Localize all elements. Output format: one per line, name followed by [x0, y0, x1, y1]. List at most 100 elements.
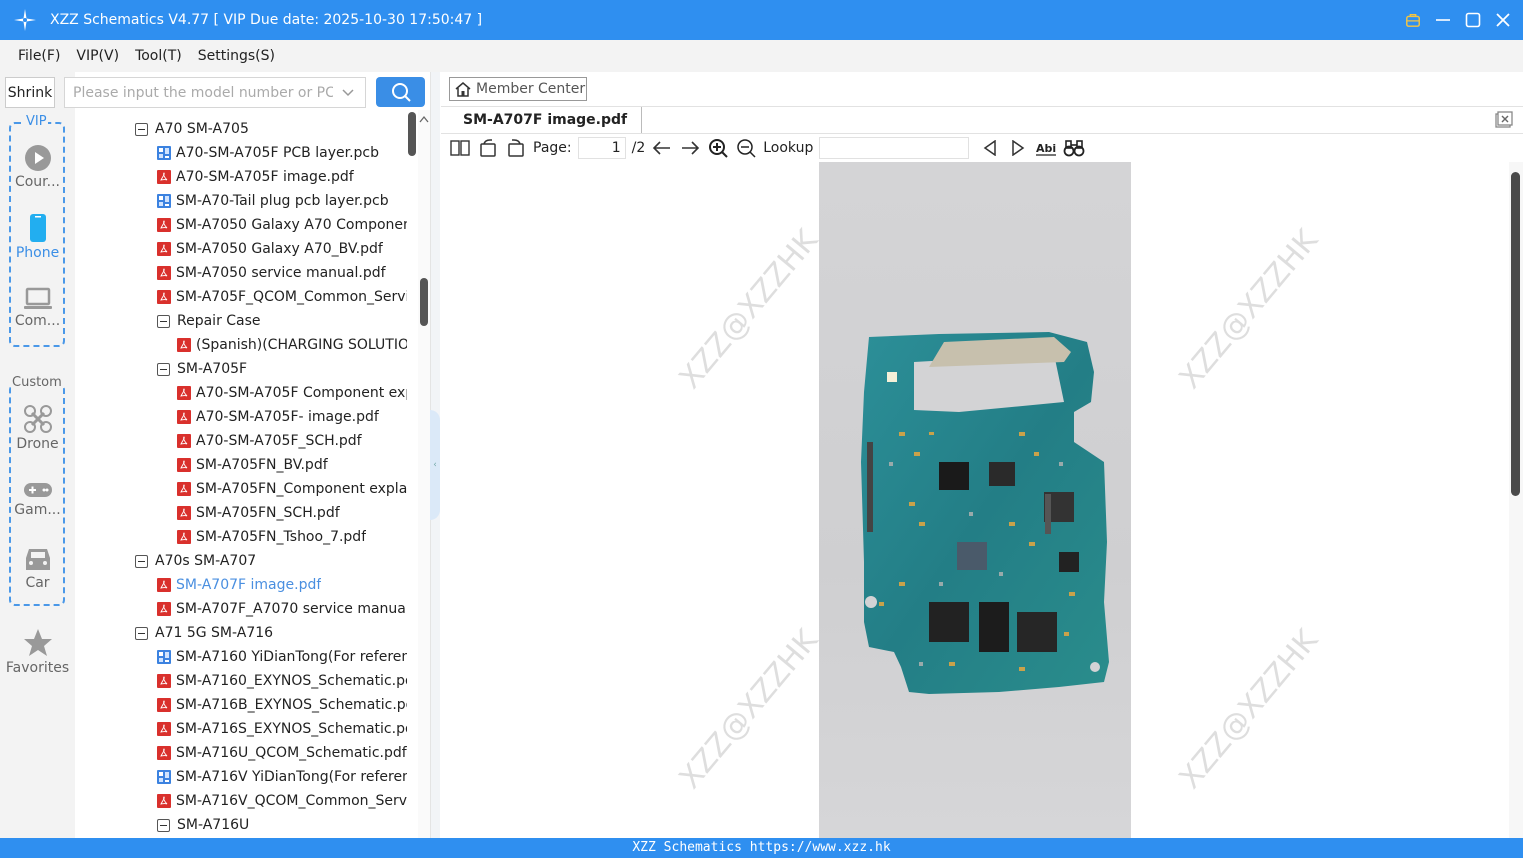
category-car[interactable]: Car	[0, 545, 75, 591]
tree-file[interactable]: SM-A705FN_BV.pdf	[177, 453, 407, 477]
tree-file[interactable]: SM-A707F_A7070 service manual.p	[157, 597, 407, 621]
tree-item-label: SM-A705FN_SCH.pdf	[196, 505, 340, 521]
minimize-button[interactable]	[1435, 12, 1451, 28]
page-label: Page:	[533, 140, 572, 156]
tree-file[interactable]: SM-A7050 Galaxy A70_BV.pdf	[157, 237, 407, 261]
category-phone[interactable]: Phone	[0, 213, 75, 261]
category-game[interactable]: Gam...	[0, 480, 75, 518]
collapse-toggle-icon[interactable]	[157, 314, 170, 328]
two-page-view-icon[interactable]	[449, 137, 471, 159]
rotate-right-icon[interactable]	[505, 137, 527, 159]
tree-item-label: Repair Case	[177, 313, 261, 329]
tree-file[interactable]: SM-A7160_EXYNOS_Schematic.pdf	[157, 669, 407, 693]
menu-settings[interactable]: Settings(S)	[198, 48, 275, 64]
tree-item-label: SM-A7160_EXYNOS_Schematic.pdf	[176, 673, 407, 689]
zoom-in-icon[interactable]	[707, 137, 729, 159]
menu-bar: File(F) VIP(V) Tool(T) Settings(S)	[0, 40, 1523, 72]
binoculars-icon[interactable]	[1063, 137, 1085, 159]
tree-file[interactable]: SM-A716V YiDianTong(For referen	[157, 765, 407, 789]
pdf-file-icon	[157, 218, 171, 232]
category-computer[interactable]: Com...	[0, 287, 75, 329]
tree-scrollbar-thumb[interactable]	[408, 112, 416, 156]
tree-file[interactable]: SM-A705FN_Tshoo_7.pdf	[177, 525, 407, 549]
member-center-button[interactable]: Member Center	[449, 77, 587, 101]
chevron-down-icon[interactable]	[341, 86, 355, 104]
tree-folder[interactable]: A70 SM-A705	[135, 117, 407, 141]
tree-scrollbar-thumb-outer[interactable]	[420, 278, 428, 326]
tree-folder[interactable]: Repair Case	[157, 309, 407, 333]
tree-file[interactable]: A70-SM-A705F PCB layer.pcb	[157, 141, 407, 165]
find-next-icon[interactable]	[1007, 137, 1029, 159]
tree-file[interactable]: SM-A716B_EXYNOS_Schematic.pdf	[157, 693, 407, 717]
search-input[interactable]	[73, 84, 333, 101]
pdf-viewer[interactable]: XZZ@XZZHK XZZ@XZZHK XZZ@XZZHK XZZ@XZZHK	[441, 162, 1509, 838]
collapse-toggle-icon[interactable]	[157, 818, 170, 832]
watermark-text: XZZ@XZZHK	[672, 623, 826, 796]
pdf-file-icon	[157, 698, 171, 712]
star-icon	[0, 628, 75, 658]
search-button[interactable]	[376, 77, 425, 107]
collapse-toggle-icon[interactable]	[157, 362, 170, 376]
tree-folder[interactable]: A71 5G SM-A716	[135, 621, 407, 645]
tree-item-label: SM-A705F_QCOM_Common_Servic	[176, 289, 407, 305]
tree-file[interactable]: SM-A705FN_SCH.pdf	[177, 501, 407, 525]
tree-file[interactable]: SM-A7050 Galaxy A70 Component	[157, 213, 407, 237]
car-icon	[0, 545, 75, 573]
tree-folder[interactable]: A70s SM-A707	[135, 549, 407, 573]
category-label: Com...	[14, 313, 61, 329]
tab-document[interactable]: SM-A707F image.pdf	[449, 107, 643, 133]
menu-tool[interactable]: Tool(T)	[135, 48, 182, 64]
rotate-left-icon[interactable]	[477, 137, 499, 159]
tree-file[interactable]: SM-A716U_QCOM_Schematic.pdf	[157, 741, 407, 765]
tree-item-label: A70-SM-A705F PCB layer.pcb	[176, 145, 379, 161]
tree-scrollbar-track[interactable]	[418, 110, 430, 838]
pdf-file-icon	[157, 722, 171, 736]
tree-file[interactable]: A70-SM-A705F_SCH.pdf	[177, 429, 407, 453]
tree-file[interactable]: SM-A716S_EXYNOS_Schematic.pdf	[157, 717, 407, 741]
close-all-tabs-icon[interactable]	[1495, 111, 1513, 129]
tree-file[interactable]: SM-A705F_QCOM_Common_Servic	[157, 285, 407, 309]
find-previous-icon[interactable]	[979, 137, 1001, 159]
vip-bag-icon[interactable]	[1405, 12, 1421, 28]
tree-file[interactable]: (Spanish)(CHARGING SOLUTION	[177, 333, 407, 357]
pdf-file-icon	[177, 386, 191, 400]
tree-file[interactable]: SM-A7050 service manual.pdf	[157, 261, 407, 285]
search-box	[64, 77, 366, 108]
close-button[interactable]	[1495, 12, 1511, 28]
previous-page-icon[interactable]	[651, 137, 673, 159]
tree-file[interactable]: SM-A716V_QCOM_Common_Servic	[157, 789, 407, 813]
tree-folder[interactable]: SM-A705F	[157, 357, 407, 381]
category-favorites[interactable]: Favorites	[0, 628, 75, 676]
tree-file[interactable]: SM-A705FN_Component explai	[177, 477, 407, 501]
search-icon	[391, 83, 411, 102]
viewer-scrollbar-thumb[interactable]	[1511, 172, 1520, 496]
tree-file[interactable]: A70-SM-A705F- image.pdf	[177, 405, 407, 429]
next-page-icon[interactable]	[679, 137, 701, 159]
tree-file[interactable]: SM-A707F image.pdf	[157, 573, 407, 597]
category-drone[interactable]: Drone	[0, 404, 75, 452]
lookup-label: Lookup	[763, 140, 814, 156]
tree-file[interactable]: A70-SM-A705F image.pdf	[157, 165, 407, 189]
tree-file[interactable]: SM-A7160 YiDianTong(For referen	[157, 645, 407, 669]
tree-file[interactable]: SM-A70-Tail plug pcb layer.pcb	[157, 189, 407, 213]
tree-folder[interactable]: SM-A716U	[157, 813, 407, 837]
category-courses[interactable]: Cour...	[0, 144, 75, 190]
pdf-file-icon	[157, 578, 171, 592]
menu-vip[interactable]: VIP(V)	[76, 48, 119, 64]
scroll-up-arrow-icon[interactable]	[418, 114, 430, 124]
tree-item-label: SM-A705FN_BV.pdf	[196, 457, 328, 473]
tree-file[interactable]: A70-SM-A705F Component exp	[177, 381, 407, 405]
category-label: Phone	[15, 245, 60, 261]
collapse-toggle-icon[interactable]	[135, 122, 148, 136]
zoom-out-icon[interactable]	[735, 137, 757, 159]
maximize-button[interactable]	[1465, 12, 1481, 28]
collapse-toggle-icon[interactable]	[135, 626, 148, 640]
shrink-button[interactable]: Shrink	[5, 77, 55, 108]
collapse-toggle-icon[interactable]	[135, 554, 148, 568]
menu-file[interactable]: File(F)	[18, 48, 60, 64]
pcb-file-icon	[157, 770, 171, 784]
lookup-input[interactable]	[819, 137, 970, 159]
collapse-panel-handle[interactable]: ‹	[430, 410, 440, 520]
match-case-icon[interactable]: Abi	[1035, 137, 1057, 159]
page-number-input[interactable]: 1	[577, 137, 626, 159]
